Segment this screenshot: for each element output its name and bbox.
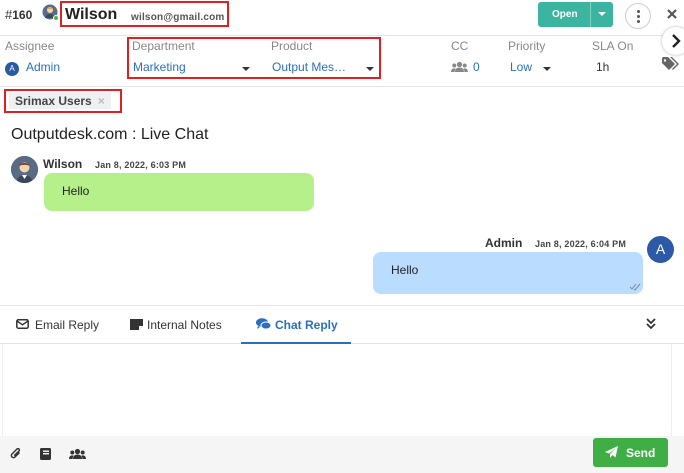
reply-toolbar: Send	[0, 436, 684, 473]
priority-caret-icon[interactable]	[543, 67, 551, 71]
tab-internal-notes-label: Internal Notes	[147, 318, 222, 332]
message-sender: Admin	[485, 236, 523, 250]
double-chevron-down-icon[interactable]	[646, 318, 656, 330]
customer-name: Wilson	[65, 6, 118, 23]
group-chip-frame: Srimax Users ×	[4, 89, 122, 113]
outgoing-message-bubble: Hello	[373, 252, 643, 294]
kebab-menu-icon[interactable]	[625, 3, 651, 29]
read-receipt-icon	[629, 283, 641, 291]
customer-email: wilson@gmail.com	[131, 12, 225, 23]
message-time: Jan 8, 2022, 6:03 PM	[95, 160, 187, 170]
department-caret-icon[interactable]	[242, 67, 250, 71]
envelope-icon	[16, 319, 29, 329]
online-status-dot	[53, 15, 59, 21]
sla-value: 1h	[596, 60, 610, 74]
next-ticket-button[interactable]	[662, 27, 684, 55]
customer-identity[interactable]: Wilson wilson@gmail.com	[60, 1, 229, 27]
send-button[interactable]: Send	[593, 438, 668, 467]
tab-email-reply-label: Email Reply	[35, 318, 100, 332]
agent-avatar: A	[647, 236, 674, 263]
priority-select[interactable]: Low	[510, 60, 532, 74]
department-label: Department	[132, 39, 195, 53]
message-text: Hello	[391, 263, 419, 277]
tags-icon[interactable]	[662, 57, 679, 71]
chat-title: Outputdesk.com : Live Chat	[11, 126, 209, 143]
tab-chat-reply[interactable]: Chat Reply	[241, 306, 351, 344]
sla-label: SLA On	[592, 39, 634, 53]
close-icon[interactable]	[667, 9, 677, 19]
product-caret-icon[interactable]	[366, 67, 374, 71]
department-select[interactable]: Marketing	[133, 60, 186, 74]
caret-down-icon[interactable]	[598, 12, 606, 16]
customer-avatar-icon	[11, 156, 38, 183]
send-button-label: Send	[626, 446, 656, 460]
product-select[interactable]: Output Mes…	[272, 60, 346, 74]
cc-count[interactable]: 0	[473, 60, 480, 74]
note-icon	[130, 319, 143, 330]
reply-tabs: Email Reply Internal Notes Chat Reply	[0, 305, 684, 344]
ticket-tags: Srimax Users ×	[0, 87, 684, 120]
group-chip[interactable]: Srimax Users ×	[9, 93, 111, 109]
ticket-number-value: 160	[12, 8, 33, 22]
message-text: Hello	[62, 184, 90, 198]
users-icon[interactable]	[451, 61, 468, 73]
tab-chat-reply-label: Chat Reply	[275, 318, 338, 332]
book-icon[interactable]	[40, 448, 51, 460]
incoming-message-bubble: Hello	[44, 173, 314, 211]
priority-label: Priority	[508, 39, 546, 53]
comments-icon	[256, 318, 271, 330]
status-open-label: Open	[552, 9, 578, 20]
assignee-value[interactable]: Admin	[26, 60, 60, 74]
assignee-avatar: A	[5, 62, 19, 76]
chevron-right-icon	[672, 34, 681, 48]
ticket-properties: Assignee A Admin Department Marketing Pr…	[0, 36, 684, 87]
message-sender: Wilson	[43, 157, 83, 171]
users-icon[interactable]	[69, 448, 86, 460]
group-chip-label: Srimax Users	[15, 94, 92, 108]
status-open-button[interactable]: Open	[538, 2, 613, 27]
reply-editor[interactable]	[2, 344, 672, 436]
ticket-header: #160 Wilson wilson@gmail.com Open	[0, 0, 684, 36]
status-button-divider	[590, 2, 591, 27]
tab-internal-notes[interactable]: Internal Notes	[114, 306, 241, 344]
assignee-label: Assignee	[5, 39, 55, 53]
cc-label: CC	[451, 39, 469, 53]
ticket-number: #160	[5, 7, 32, 22]
product-label: Product	[271, 39, 313, 53]
message-time: Jan 8, 2022, 6:04 PM	[535, 239, 627, 249]
paper-plane-icon	[605, 446, 618, 458]
tab-email-reply[interactable]: Email Reply	[0, 306, 114, 344]
customer-avatar	[11, 156, 38, 183]
chip-remove-icon[interactable]: ×	[98, 94, 105, 108]
paperclip-icon[interactable]	[10, 448, 22, 460]
